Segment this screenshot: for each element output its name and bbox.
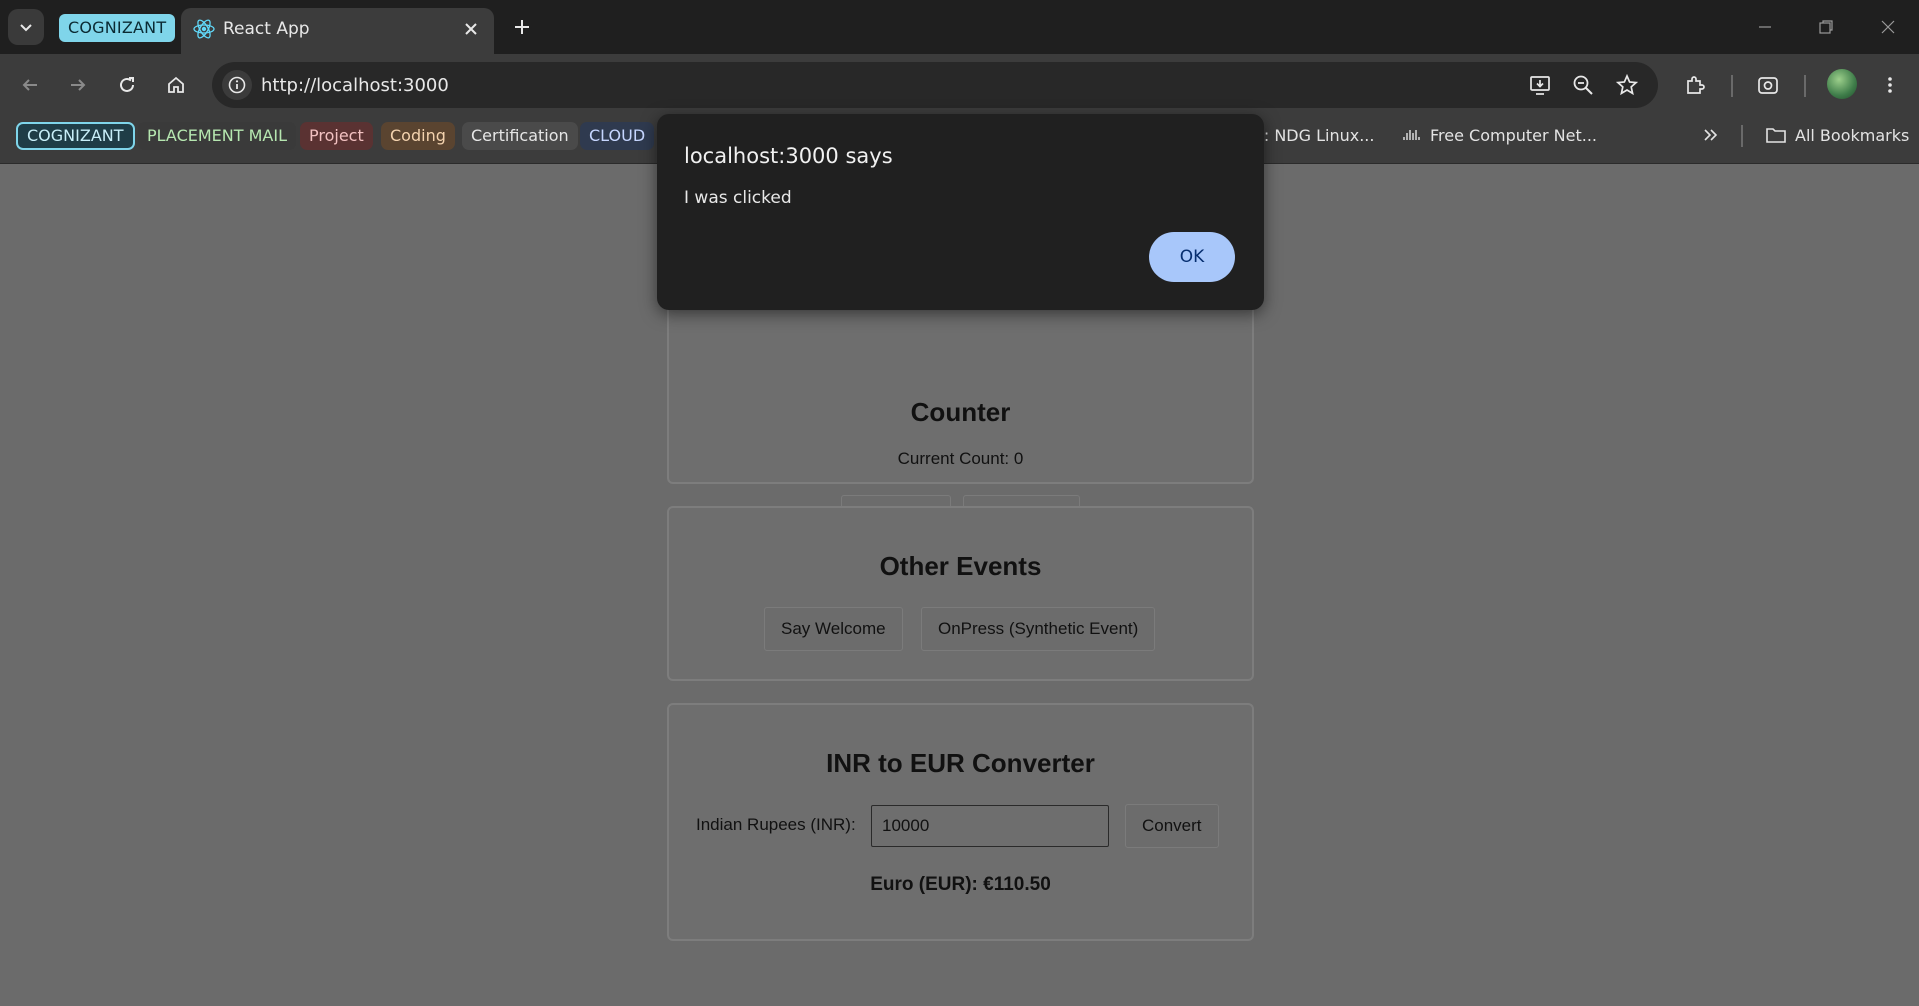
window-close-button[interactable] (1868, 10, 1908, 44)
all-bookmarks-label: All Bookmarks (1795, 126, 1910, 145)
eur-result: Euro (EUR): €110.50 (870, 874, 1051, 895)
inr-input[interactable]: 10000 (871, 805, 1109, 847)
browser-toolbar: http://localhost:3000 (0, 54, 1919, 116)
back-button[interactable] (14, 69, 46, 101)
bookmarks-separator (1741, 125, 1743, 147)
zoom-button[interactable] (1568, 70, 1598, 100)
onpress-button[interactable]: OnPress (Synthetic Event) (921, 607, 1156, 651)
bookmark-group-placement-mail[interactable]: PLACEMENT MAIL (138, 122, 296, 150)
forward-button[interactable] (62, 69, 94, 101)
counter-heading: Counter (910, 397, 1011, 427)
site-info-button[interactable] (222, 70, 252, 100)
cisco-logo-icon (1403, 130, 1420, 140)
alert-message: I was clicked (684, 188, 792, 208)
home-icon (168, 76, 184, 93)
folder-icon (1766, 128, 1786, 143)
camera-icon (1758, 77, 1778, 94)
converter-heading: INR to EUR Converter (826, 748, 1095, 778)
tab-search-button[interactable] (8, 9, 44, 45)
home-button[interactable] (160, 69, 192, 101)
react-logo-icon (193, 19, 215, 39)
info-icon (228, 76, 246, 94)
bookmarks-overflow-button[interactable] (1702, 122, 1720, 150)
inr-label: Indian Rupees (INR): (696, 815, 856, 834)
bookmark-group-certification[interactable]: Certification (462, 122, 578, 150)
alert-ok-button[interactable]: OK (1149, 232, 1235, 282)
extensions-button[interactable] (1679, 69, 1711, 101)
minimize-button[interactable] (1745, 10, 1785, 44)
reload-icon (120, 77, 134, 92)
plus-icon (515, 20, 529, 34)
converter-card: INR to EUR Converter Indian Rupees (INR)… (667, 703, 1254, 941)
address-bar[interactable]: http://localhost:3000 (212, 62, 1658, 108)
browser-menu-button[interactable] (1874, 69, 1906, 101)
close-icon (1881, 20, 1895, 34)
toolbar-separator (1804, 75, 1806, 97)
install-app-button[interactable] (1525, 70, 1555, 100)
bookmark-group-cognizant[interactable]: COGNIZANT (16, 122, 135, 150)
reload-button[interactable] (111, 69, 143, 101)
more-vertical-icon (1888, 77, 1892, 93)
tab-title: React App (223, 19, 310, 39)
bookmark-group-project[interactable]: Project (300, 122, 373, 150)
restore-icon (1819, 20, 1833, 34)
all-bookmarks-button[interactable]: All Bookmarks (1765, 122, 1909, 150)
convert-button[interactable]: Convert (1125, 804, 1219, 848)
say-welcome-button[interactable]: Say Welcome (764, 607, 903, 651)
profile-avatar[interactable] (1827, 69, 1857, 99)
chevron-double-right-icon (1704, 129, 1718, 141)
other-events-card: Other Events Say Welcome OnPress (Synthe… (667, 506, 1254, 681)
arrow-right-icon (71, 79, 86, 91)
tab-strip: COGNIZANT React App (0, 0, 1919, 54)
minimize-icon (1759, 26, 1771, 28)
chevron-down-icon (20, 24, 32, 32)
bookmark-star-button[interactable] (1612, 70, 1642, 100)
puzzle-icon (1687, 76, 1705, 94)
alert-dialog: localhost:3000 says I was clicked OK (657, 114, 1264, 310)
url-text[interactable]: http://localhost:3000 (261, 75, 449, 96)
screenshot-button[interactable] (1752, 69, 1784, 101)
alert-title: localhost:3000 says (684, 144, 893, 168)
new-tab-button[interactable] (507, 12, 537, 42)
close-icon (465, 23, 477, 35)
bookmark-free-computer-net[interactable]: Free Computer Net... (1402, 122, 1597, 150)
toolbar-separator (1731, 75, 1733, 97)
bookmark-label: e: NDG Linux... (1254, 126, 1375, 145)
restore-button[interactable] (1806, 10, 1846, 44)
bookmark-label: Free Computer Net... (1430, 126, 1598, 145)
bookmark-ndg-linux[interactable]: e: NDG Linux... (1254, 122, 1374, 150)
arrow-left-icon (22, 79, 37, 91)
tab-react-app[interactable]: React App (181, 8, 494, 54)
star-icon (1616, 74, 1638, 96)
other-events-heading: Other Events (879, 551, 1042, 581)
tab-close-button[interactable] (458, 16, 484, 42)
install-icon (1530, 76, 1550, 95)
bookmark-group-coding[interactable]: Coding (381, 122, 455, 150)
current-count-text: Current Count: 0 (897, 449, 1024, 468)
zoom-out-icon (1573, 75, 1593, 95)
tab-group-chip[interactable]: COGNIZANT (59, 14, 176, 42)
bookmark-group-cloud[interactable]: CLOUD (580, 122, 655, 150)
